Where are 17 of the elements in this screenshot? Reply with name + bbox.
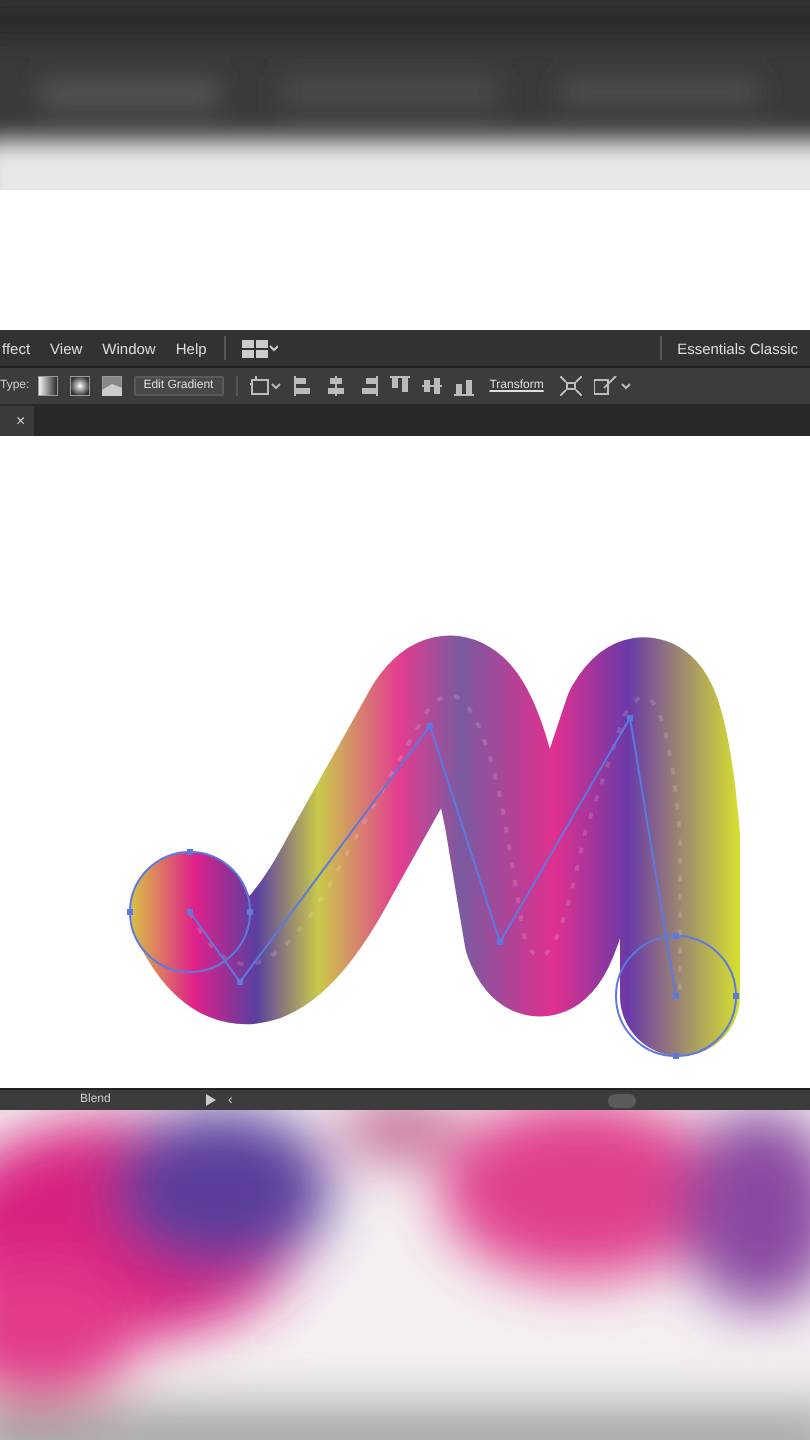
linear-gradient-icon[interactable] <box>37 376 58 396</box>
document-tab[interactable]: × <box>0 406 34 436</box>
recolor-icon[interactable] <box>593 376 634 396</box>
close-icon[interactable]: × <box>16 412 26 430</box>
artboard-icon[interactable] <box>249 376 282 396</box>
play-icon[interactable] <box>206 1094 216 1106</box>
align-horizontal-icon[interactable] <box>325 376 346 396</box>
align-horizontal-icon[interactable] <box>293 376 314 396</box>
isolate-icon[interactable] <box>559 376 582 396</box>
freeform-gradient-icon[interactable] <box>101 376 122 396</box>
radial-gradient-icon[interactable] <box>69 376 90 396</box>
scroll-thumb[interactable] <box>608 1093 637 1107</box>
align-vertical-icon[interactable] <box>453 376 474 396</box>
align-vertical-icon[interactable] <box>421 376 442 396</box>
align-vertical-icon[interactable] <box>389 376 410 396</box>
align-horizontal-icon[interactable] <box>357 376 378 396</box>
layout-icon[interactable] <box>242 339 279 357</box>
